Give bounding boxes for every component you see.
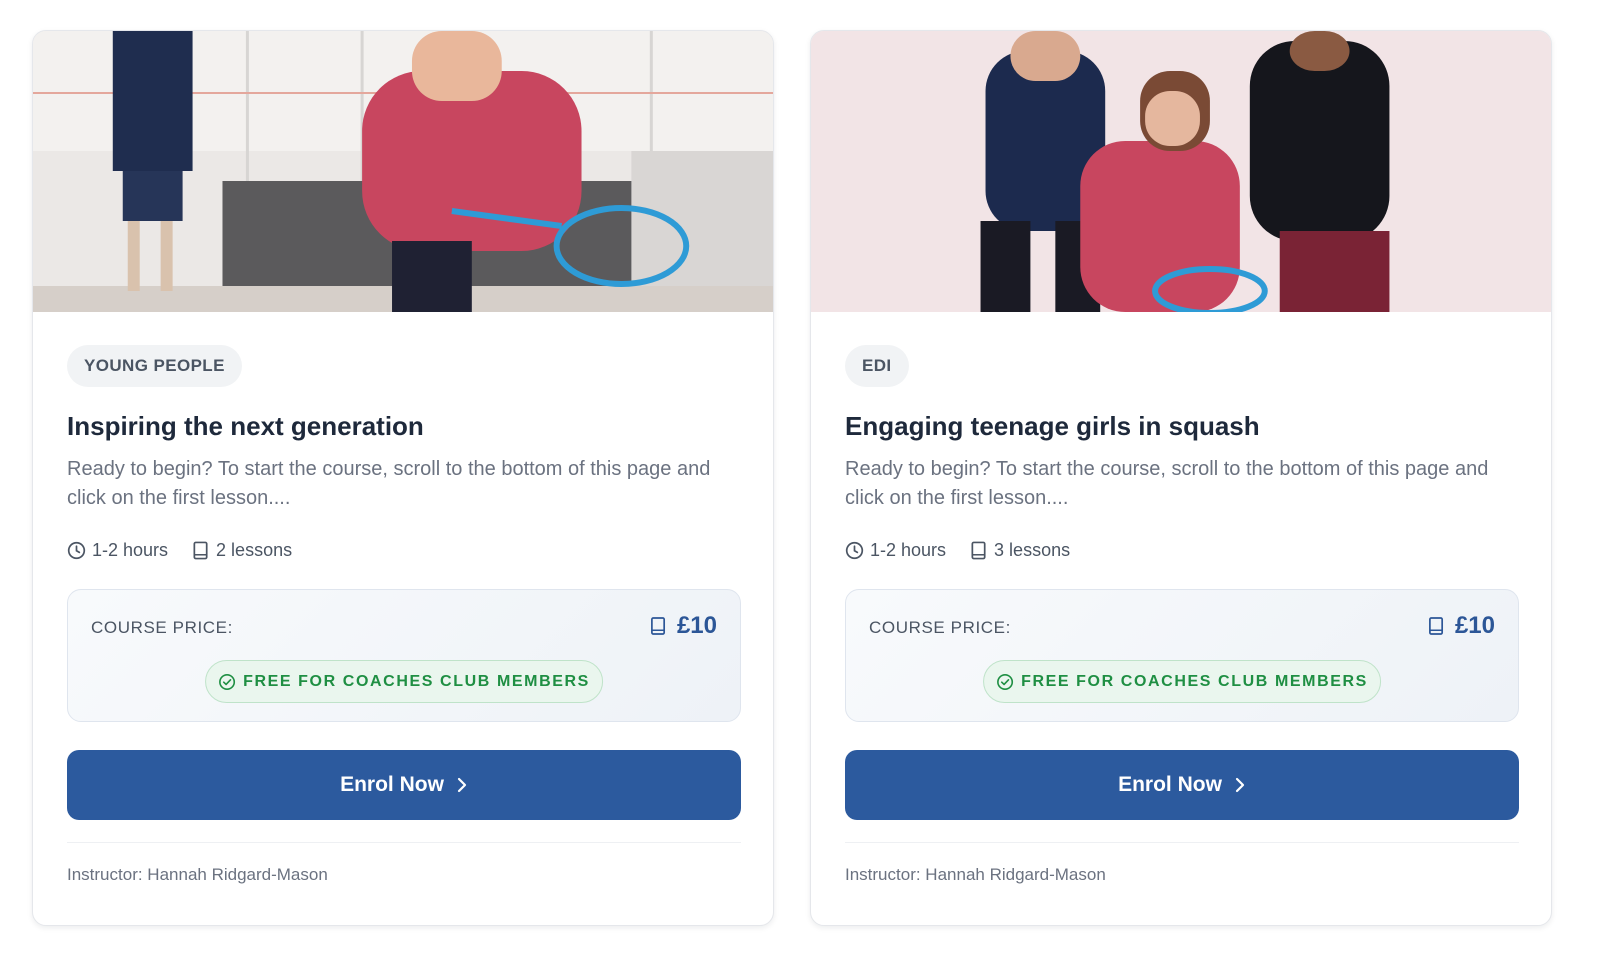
price-box: COURSE PRICE: £10 FREE FOR COACHES CLUB …: [67, 589, 741, 722]
course-description: Ready to begin? To start the course, scr…: [845, 458, 1489, 509]
duration: 1-2 hours: [845, 540, 946, 561]
book-icon: [1428, 617, 1443, 635]
enrol-now-button[interactable]: Enrol Now: [845, 750, 1519, 820]
course-grid: YOUNG PEOPLE Inspiring the next generati…: [32, 30, 1552, 926]
book-icon: [971, 541, 986, 559]
free-members-text: FREE FOR COACHES CLUB MEMBERS: [243, 672, 590, 690]
enrol-now-label: Enrol Now: [340, 773, 444, 796]
duration-text: 1-2 hours: [92, 539, 169, 560]
category-tag: EDI: [845, 345, 909, 387]
price-value: £10: [650, 612, 717, 640]
instructor-text: Instructor: Hannah Ridgard-Mason: [845, 865, 1106, 884]
course-photo: [811, 31, 1551, 312]
lesson-count-text: 3 lessons: [994, 539, 1071, 560]
price-label: COURSE PRICE:: [869, 618, 1011, 637]
price-amount: £10: [1454, 612, 1495, 639]
duration: 1-2 hours: [67, 540, 168, 561]
course-description: Ready to begin? To start the course, scr…: [67, 458, 711, 509]
course-title[interactable]: Inspiring the next generation: [67, 409, 739, 443]
price-box: COURSE PRICE: £10 FREE FOR COACHES CLUB …: [845, 589, 1519, 722]
free-members-badge: FREE FOR COACHES CLUB MEMBERS: [983, 660, 1381, 703]
enrol-now-label: Enrol Now: [1118, 773, 1222, 796]
enrol-now-button[interactable]: Enrol Now: [67, 750, 741, 820]
course-image[interactable]: [811, 31, 1551, 312]
clock-icon: [845, 541, 864, 559]
lesson-count-text: 2 lessons: [216, 539, 293, 560]
course-meta: 1-2 hours 2 lessons: [67, 538, 739, 562]
divider: [67, 842, 741, 843]
divider: [845, 842, 1519, 843]
clock-icon: [67, 541, 86, 559]
check-circle-icon: [219, 673, 236, 690]
lesson-count: 3 lessons: [970, 540, 1070, 561]
course-title[interactable]: Engaging teenage girls in squash: [845, 409, 1517, 443]
price-amount: £10: [676, 612, 717, 639]
course-card[interactable]: EDI Engaging teenage girls in squash Rea…: [810, 30, 1552, 926]
price-value: £10: [1428, 612, 1495, 640]
category-tag: YOUNG PEOPLE: [67, 345, 242, 387]
chevron-right-icon: [1235, 777, 1245, 793]
duration-text: 1-2 hours: [870, 539, 947, 560]
course-meta: 1-2 hours 3 lessons: [845, 538, 1517, 562]
free-members-badge: FREE FOR COACHES CLUB MEMBERS: [205, 660, 603, 703]
course-card[interactable]: YOUNG PEOPLE Inspiring the next generati…: [32, 30, 774, 926]
check-circle-icon: [997, 673, 1014, 690]
price-label: COURSE PRICE:: [91, 618, 233, 637]
instructor-text: Instructor: Hannah Ridgard-Mason: [67, 865, 328, 884]
free-members-text: FREE FOR COACHES CLUB MEMBERS: [1021, 672, 1368, 690]
book-icon: [193, 541, 208, 559]
lesson-count: 2 lessons: [192, 540, 292, 561]
book-icon: [650, 617, 665, 635]
chevron-right-icon: [457, 777, 467, 793]
course-photo: [33, 31, 773, 312]
course-image[interactable]: [33, 31, 773, 312]
